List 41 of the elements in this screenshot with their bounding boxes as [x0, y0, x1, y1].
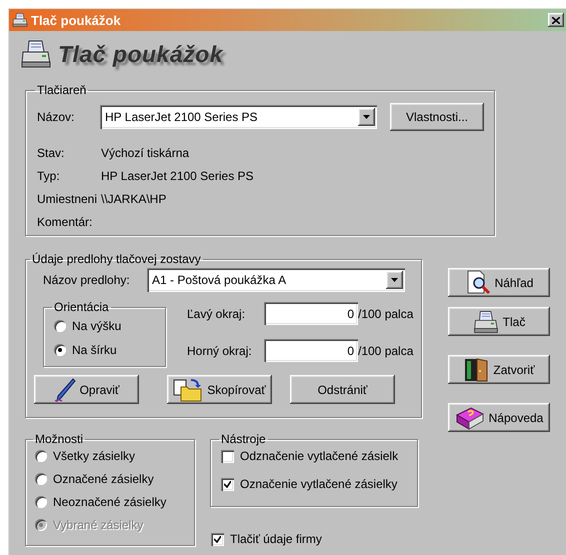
margin-input[interactable]: 0: [264, 302, 358, 325]
group-title: Nástroje: [220, 432, 267, 446]
properties-button[interactable]: Vlastnosti...: [390, 103, 484, 131]
checkbox-label: Odznačenie vytlačené zásielk: [240, 449, 398, 463]
info-value: Výchozí tiskárna: [101, 146, 190, 160]
copy-button[interactable]: Skopírovať: [167, 375, 272, 404]
group-title: Údaje predlohy tlačovej zostavy: [31, 252, 202, 266]
unit-label: /100 palca: [358, 344, 414, 358]
info-label: Typ:: [37, 168, 61, 182]
info-label: Umiestneni: [37, 192, 98, 206]
field-label: Názov:: [37, 110, 76, 124]
info-label: Stav:: [37, 146, 66, 160]
radio-label: Všetky zásielky: [53, 449, 136, 463]
preview-button[interactable]: Náhľad: [448, 268, 550, 297]
info-value: HP LaserJet 2100 Series PS: [101, 168, 254, 182]
margin-input[interactable]: 0: [264, 339, 358, 362]
radio-label: Na šírku: [72, 343, 117, 357]
group-title: Orientácia: [53, 300, 110, 314]
radio-label: Neoznačené zásielky: [53, 495, 166, 509]
unit-label: /100 palca: [358, 306, 414, 320]
print-button[interactable]: Tlač: [448, 307, 550, 336]
info-label: Komentár:: [37, 214, 94, 228]
radio-label: Vybrané zásielky: [53, 518, 144, 532]
field-label: Názov predlohy:: [42, 273, 131, 287]
dialog-heading: Tlač poukážok: [58, 40, 223, 68]
close-dialog-button[interactable]: Zatvoriť: [448, 355, 550, 384]
checkbox-label: Tlačiť údaje firmy: [230, 532, 322, 546]
info-value: \\JARKA\HP: [101, 192, 166, 206]
window-title: Tlač poukážok: [31, 12, 122, 28]
edit-button[interactable]: Opraviť: [34, 375, 139, 404]
help-button[interactable]: Nápoveda: [448, 403, 550, 432]
field-label: Horný okraj:: [187, 344, 253, 358]
group-title: Možnosti: [34, 432, 84, 446]
radio-label: Označené zásielky: [53, 472, 154, 486]
group-title: Tlačiareň: [36, 83, 88, 97]
printer-dropdown[interactable]: HP LaserJet 2100 Series PS: [100, 105, 377, 129]
field-label: Ľavý okraj:: [187, 306, 246, 320]
radio-label: Na výšku: [72, 319, 122, 333]
delete-button[interactable]: Odstrániť: [290, 375, 395, 404]
template-dropdown[interactable]: A1 - Poštová poukážka A: [147, 268, 405, 292]
checkbox-label: Označenie vytlačené zásielky: [240, 477, 398, 491]
